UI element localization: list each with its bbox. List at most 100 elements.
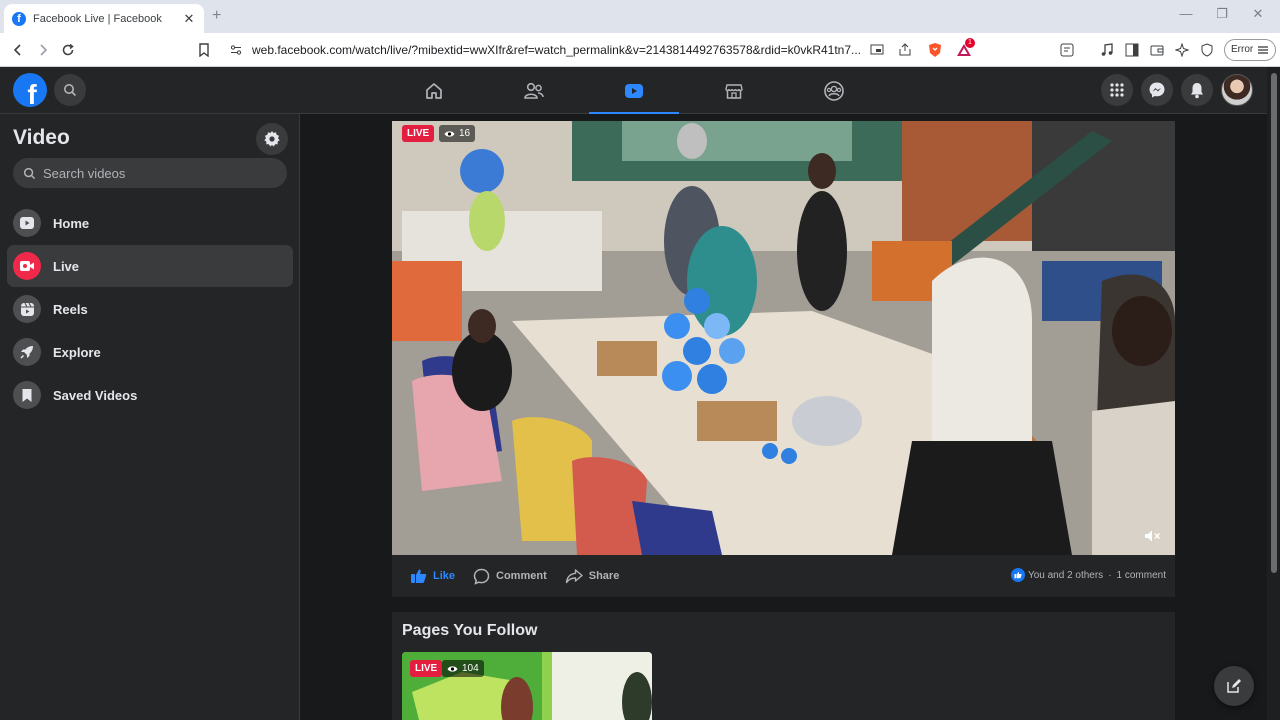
bookmark-icon — [13, 381, 41, 409]
forward-icon[interactable] — [33, 40, 53, 60]
cast-icon[interactable] — [868, 41, 886, 59]
comment-count[interactable]: 1 comment — [1117, 570, 1166, 581]
back-icon[interactable] — [8, 40, 28, 60]
like-reaction-icon — [1010, 568, 1025, 582]
tab-title: Facebook Live | Facebook — [33, 12, 162, 25]
comment-bubble-icon — [473, 568, 490, 585]
sidebar-item-saved-videos[interactable]: Saved Videos — [7, 374, 293, 416]
error-label: Error — [1231, 44, 1254, 55]
reader-mode-icon[interactable] — [1058, 41, 1076, 59]
thumbnail-viewer-count: 104 — [462, 663, 479, 674]
sidebar-title: Video — [13, 126, 70, 149]
browser-toolbar: web.facebook.com/watch/live/?mibextid=ww… — [0, 33, 1280, 67]
facebook-search-button[interactable] — [54, 74, 86, 106]
bookmark-page-icon[interactable] — [194, 40, 214, 60]
live-video-card: LIVE 16 Like Comment Share You and 2 oth… — [392, 121, 1175, 597]
video-play-icon — [625, 83, 643, 98]
video-feed: LIVE 16 Like Comment Share You and 2 oth… — [301, 114, 1267, 720]
nav-friends-tab[interactable] — [489, 67, 579, 114]
reactions-summary[interactable]: You and 2 others · 1 comment — [1010, 568, 1166, 582]
video-settings-button[interactable] — [256, 123, 288, 155]
video-actions-bar: Like Comment Share You and 2 others · 1 … — [392, 555, 1175, 597]
notifications-button[interactable] — [1181, 74, 1213, 106]
vpn-shield-icon[interactable] — [1198, 41, 1216, 59]
search-videos-field[interactable] — [13, 158, 287, 188]
menu-icon — [1258, 46, 1269, 54]
messenger-icon — [1149, 82, 1165, 98]
sidebar-toggle-icon[interactable] — [1123, 41, 1141, 59]
reels-icon — [13, 295, 41, 323]
new-tab-icon[interactable]: + — [212, 7, 221, 25]
friends-icon — [524, 82, 544, 99]
comment-button[interactable]: Comment — [473, 568, 547, 585]
grid-menu-icon — [1110, 83, 1124, 97]
gear-icon — [264, 131, 280, 147]
messenger-button[interactable] — [1141, 74, 1173, 106]
sidebar-item-reels[interactable]: Reels — [7, 288, 293, 330]
media-music-icon[interactable] — [1098, 41, 1116, 59]
live-badge: LIVE — [402, 125, 435, 142]
thumbnail-viewer-badge: 104 — [442, 660, 484, 677]
brave-shield-icon[interactable] — [926, 41, 944, 59]
live-video-player[interactable]: LIVE 16 — [392, 121, 1175, 555]
sidebar-item-home[interactable]: Home — [7, 202, 293, 244]
minimize-icon[interactable]: — — [1176, 6, 1196, 21]
viewer-count-badge: 16 — [439, 125, 476, 142]
sidebar-item-live[interactable]: Live — [7, 245, 293, 287]
home-icon — [426, 82, 442, 99]
share-button[interactable]: Share — [565, 568, 620, 584]
restore-icon[interactable]: ❐ — [1212, 6, 1232, 22]
video-sidebar: Video Home Live Reels Explore Saved Vide — [0, 114, 300, 720]
reactions-separator: · — [1108, 569, 1112, 581]
profile-avatar[interactable] — [1221, 74, 1253, 106]
tab-close-icon[interactable]: ✕ — [182, 11, 196, 27]
nav-video-tab[interactable] — [589, 67, 679, 115]
reload-icon[interactable] — [58, 40, 78, 60]
viewer-count: 16 — [459, 128, 471, 139]
section-title: Pages You Follow — [402, 622, 538, 639]
facebook-logo-icon[interactable]: f — [13, 73, 47, 107]
nav-groups-tab[interactable] — [789, 67, 879, 114]
like-button[interactable]: Like — [410, 568, 455, 584]
wallet-icon[interactable] — [1148, 41, 1166, 59]
bell-icon — [1191, 83, 1203, 99]
url-text: web.facebook.com/watch/live/?mibextid=ww… — [252, 43, 862, 57]
leo-ai-icon[interactable] — [1173, 41, 1191, 59]
nav-home-tab[interactable] — [389, 67, 479, 114]
nav-marketplace-tab[interactable] — [689, 67, 779, 114]
site-settings-icon[interactable] — [230, 44, 242, 56]
eye-icon — [447, 665, 458, 672]
notification-badge: 1 — [965, 38, 975, 48]
video-frame-image — [392, 121, 1175, 555]
sidebar-item-explore[interactable]: Explore — [7, 331, 293, 373]
marketplace-store-icon — [725, 83, 743, 99]
share-label: Share — [588, 570, 620, 582]
live-camera-icon — [13, 252, 41, 280]
compose-edit-icon — [1227, 679, 1241, 693]
brave-rewards-icon[interactable]: 1 — [955, 38, 975, 59]
eye-icon — [444, 130, 455, 137]
thumbnail-live-badge: LIVE — [410, 660, 443, 677]
profile-error-button[interactable]: Error — [1224, 39, 1277, 61]
share-page-icon[interactable] — [896, 41, 914, 59]
followed-page-live-thumbnail[interactable]: LIVE 104 — [402, 652, 652, 720]
groups-icon — [824, 80, 844, 101]
rocket-icon — [13, 338, 41, 366]
pages-you-follow-section: Pages You Follow LIVE 104 — [392, 612, 1175, 720]
muted-speaker-icon[interactable] — [1144, 529, 1162, 548]
like-label: Like — [433, 570, 456, 582]
page-scrollbar[interactable] — [1267, 67, 1280, 720]
search-icon — [23, 167, 36, 179]
browser-tab-strip: f Facebook Live | Facebook ✕ + — ❐ ✕ — [0, 0, 1280, 33]
scrollbar-thumb[interactable] — [1271, 73, 1277, 573]
thumbs-up-icon — [411, 569, 427, 583]
video-home-icon — [13, 209, 41, 237]
menu-grid-button[interactable] — [1101, 74, 1133, 106]
browser-tab[interactable]: f Facebook Live | Facebook ✕ — [4, 4, 204, 33]
sidebar-item-label: Reels — [53, 301, 88, 317]
window-close-icon[interactable]: ✕ — [1248, 6, 1268, 22]
sidebar-item-label: Explore — [53, 344, 101, 360]
new-message-button[interactable] — [1214, 666, 1254, 706]
search-videos-input[interactable] — [43, 165, 263, 181]
comment-label: Comment — [496, 570, 547, 582]
